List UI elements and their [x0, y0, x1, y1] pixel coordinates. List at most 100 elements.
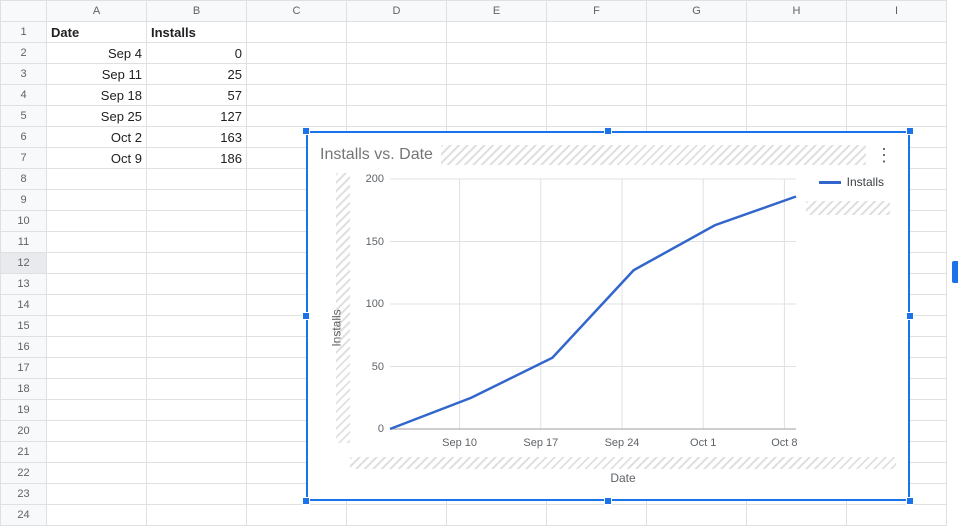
- select-all-corner[interactable]: [1, 1, 47, 22]
- cell-H4[interactable]: [747, 85, 847, 106]
- cell-A8[interactable]: [47, 169, 147, 190]
- column-header-F[interactable]: F: [547, 1, 647, 22]
- row-header-11[interactable]: 11: [1, 232, 47, 253]
- cell-G5[interactable]: [647, 106, 747, 127]
- column-header-A[interactable]: A: [47, 1, 147, 22]
- cell-D5[interactable]: [347, 106, 447, 127]
- cell-A22[interactable]: [47, 463, 147, 484]
- cell-D3[interactable]: [347, 64, 447, 85]
- column-header-H[interactable]: H: [747, 1, 847, 22]
- cell-A15[interactable]: [47, 316, 147, 337]
- row-header-10[interactable]: 10: [1, 211, 47, 232]
- cell-A18[interactable]: [47, 379, 147, 400]
- column-header-G[interactable]: G: [647, 1, 747, 22]
- cell-A20[interactable]: [47, 421, 147, 442]
- explore-side-tab[interactable]: [952, 261, 958, 283]
- cell-G1[interactable]: [647, 22, 747, 43]
- cell-I24[interactable]: [847, 505, 947, 526]
- cell-F4[interactable]: [547, 85, 647, 106]
- row-header-5[interactable]: 5: [1, 106, 47, 127]
- cell-A10[interactable]: [47, 211, 147, 232]
- cell-B14[interactable]: [147, 295, 247, 316]
- row-header-20[interactable]: 20: [1, 421, 47, 442]
- cell-C4[interactable]: [247, 85, 347, 106]
- row-header-3[interactable]: 3: [1, 64, 47, 85]
- cell-E1[interactable]: [447, 22, 547, 43]
- cell-I1[interactable]: [847, 22, 947, 43]
- cell-H2[interactable]: [747, 43, 847, 64]
- cell-A4[interactable]: Sep 18: [47, 85, 147, 106]
- cell-B3[interactable]: 25: [147, 64, 247, 85]
- row-header-1[interactable]: 1: [1, 22, 47, 43]
- cell-C1[interactable]: [247, 22, 347, 43]
- cell-B23[interactable]: [147, 484, 247, 505]
- row-header-7[interactable]: 7: [1, 148, 47, 169]
- column-header-C[interactable]: C: [247, 1, 347, 22]
- row-header-9[interactable]: 9: [1, 190, 47, 211]
- row-header-8[interactable]: 8: [1, 169, 47, 190]
- row-header-4[interactable]: 4: [1, 85, 47, 106]
- cell-B5[interactable]: 127: [147, 106, 247, 127]
- cell-C2[interactable]: [247, 43, 347, 64]
- cell-B8[interactable]: [147, 169, 247, 190]
- cell-B7[interactable]: 186: [147, 148, 247, 169]
- row-header-24[interactable]: 24: [1, 505, 47, 526]
- row-header-13[interactable]: 13: [1, 274, 47, 295]
- cell-G24[interactable]: [647, 505, 747, 526]
- cell-I4[interactable]: [847, 85, 947, 106]
- cell-B2[interactable]: 0: [147, 43, 247, 64]
- cell-A17[interactable]: [47, 358, 147, 379]
- cell-B24[interactable]: [147, 505, 247, 526]
- row-header-19[interactable]: 19: [1, 400, 47, 421]
- cell-A13[interactable]: [47, 274, 147, 295]
- cell-A23[interactable]: [47, 484, 147, 505]
- column-header-I[interactable]: I: [847, 1, 947, 22]
- cell-A2[interactable]: Sep 4: [47, 43, 147, 64]
- cell-B16[interactable]: [147, 337, 247, 358]
- cell-H3[interactable]: [747, 64, 847, 85]
- cell-A5[interactable]: Sep 25: [47, 106, 147, 127]
- cell-H1[interactable]: [747, 22, 847, 43]
- cell-G3[interactable]: [647, 64, 747, 85]
- row-header-22[interactable]: 22: [1, 463, 47, 484]
- cell-F1[interactable]: [547, 22, 647, 43]
- cell-F5[interactable]: [547, 106, 647, 127]
- cell-H24[interactable]: [747, 505, 847, 526]
- cell-C3[interactable]: [247, 64, 347, 85]
- cell-B1[interactable]: Installs: [147, 22, 247, 43]
- chart-x-axis-label[interactable]: Date: [350, 471, 896, 485]
- row-header-14[interactable]: 14: [1, 295, 47, 316]
- cell-H5[interactable]: [747, 106, 847, 127]
- cell-A6[interactable]: Oct 2: [47, 127, 147, 148]
- cell-B18[interactable]: [147, 379, 247, 400]
- column-header-D[interactable]: D: [347, 1, 447, 22]
- chart-plot-area[interactable]: 050100150200: [350, 173, 896, 435]
- cell-B11[interactable]: [147, 232, 247, 253]
- cell-A9[interactable]: [47, 190, 147, 211]
- chart-object[interactable]: Installs vs. Date ⋮ Installs Installs 05…: [306, 131, 910, 501]
- cell-F2[interactable]: [547, 43, 647, 64]
- row-header-17[interactable]: 17: [1, 358, 47, 379]
- cell-B6[interactable]: 163: [147, 127, 247, 148]
- cell-A1[interactable]: Date: [47, 22, 147, 43]
- cell-D2[interactable]: [347, 43, 447, 64]
- cell-E4[interactable]: [447, 85, 547, 106]
- cell-B12[interactable]: [147, 253, 247, 274]
- cell-A21[interactable]: [47, 442, 147, 463]
- cell-B10[interactable]: [147, 211, 247, 232]
- cell-A3[interactable]: Sep 11: [47, 64, 147, 85]
- row-header-15[interactable]: 15: [1, 316, 47, 337]
- cell-D4[interactable]: [347, 85, 447, 106]
- cell-B17[interactable]: [147, 358, 247, 379]
- cell-E24[interactable]: [447, 505, 547, 526]
- cell-C24[interactable]: [247, 505, 347, 526]
- row-header-23[interactable]: 23: [1, 484, 47, 505]
- cell-I2[interactable]: [847, 43, 947, 64]
- chart-y-axis-label[interactable]: Installs: [330, 309, 344, 346]
- cell-I5[interactable]: [847, 106, 947, 127]
- cell-A19[interactable]: [47, 400, 147, 421]
- cell-E2[interactable]: [447, 43, 547, 64]
- cell-A16[interactable]: [47, 337, 147, 358]
- cell-G2[interactable]: [647, 43, 747, 64]
- cell-C5[interactable]: [247, 106, 347, 127]
